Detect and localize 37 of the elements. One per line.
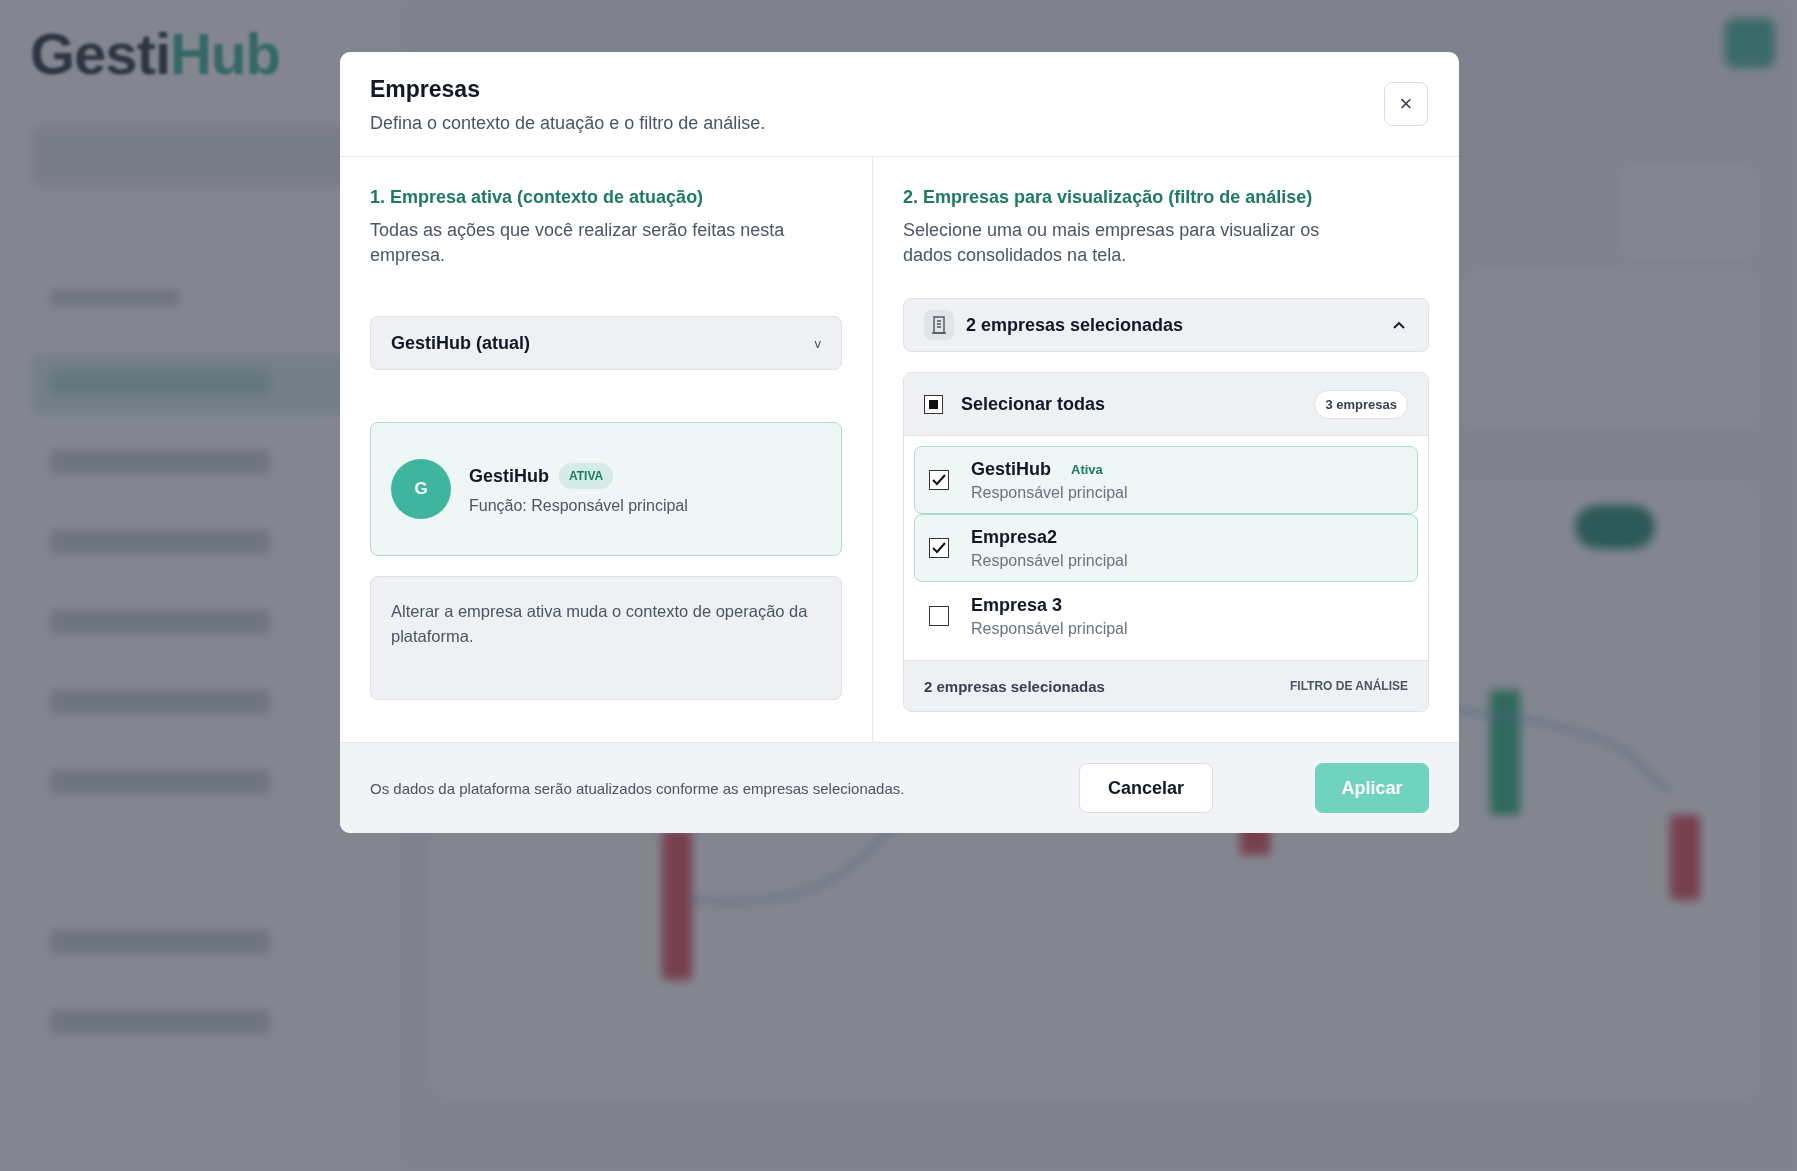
companies-dropdown[interactable]: 2 empresas selecionadas bbox=[903, 298, 1429, 352]
selection-summary: 2 empresas selecionadas bbox=[924, 677, 1105, 695]
section-description: Todas as ações que você realizar serão feitas nesta empresa. bbox=[370, 219, 786, 267]
active-label: Ativa bbox=[1071, 461, 1103, 477]
company-name: GestiHub bbox=[469, 465, 549, 487]
section-description: Selecione uma ou mais empresas para visualizar os dados consolidados na tela. bbox=[903, 219, 1321, 267]
company-name: GestiHub bbox=[971, 458, 1051, 480]
section-heading: 2. Empresas para visualização (filtro de análise) bbox=[903, 187, 1314, 208]
chevron-icon bbox=[1392, 320, 1406, 330]
company-role: Responsável principal bbox=[971, 483, 1128, 502]
dialog-subtitle: Defina o contexto de atuação e o filtro de análise. bbox=[370, 113, 766, 134]
filter-label: FILTRO DE ANÁLISE bbox=[1290, 679, 1408, 693]
company-checkbox[interactable] bbox=[929, 538, 949, 558]
cancel-button[interactable]: Cancelar bbox=[1079, 763, 1213, 813]
company-avatar: G bbox=[391, 459, 451, 519]
company-option[interactable]: Empresa 3 Responsável principal bbox=[914, 582, 1418, 650]
logo: GestiHub bbox=[30, 22, 280, 86]
select-all-label: Selecionar todas bbox=[961, 393, 1107, 415]
count-badge: 3 empresas bbox=[1314, 389, 1408, 419]
company-role: Responsável principal bbox=[971, 551, 1128, 570]
building-icon bbox=[924, 310, 954, 340]
company-option[interactable]: Empresa2 Responsável principal bbox=[914, 514, 1418, 582]
close-button[interactable]: × bbox=[1384, 82, 1428, 126]
active-badge: ATIVA bbox=[559, 463, 614, 489]
company-role: Função: Responsável principal bbox=[469, 497, 688, 515]
active-company-select[interactable]: GestiHub (atual) v bbox=[370, 316, 842, 370]
dialog-title: Empresas bbox=[370, 76, 481, 103]
section-heading: 1. Empresa ativa (contexto de atuação) bbox=[370, 187, 705, 208]
info-note: Alterar a empresa ativa muda o contexto de operação da plataforma. bbox=[370, 576, 842, 700]
company-checkbox[interactable] bbox=[929, 470, 949, 490]
company-role: Responsável principal bbox=[971, 619, 1128, 638]
company-name: Empresa2 bbox=[971, 526, 1058, 548]
company-name: Empresa 3 bbox=[971, 594, 1063, 616]
footer-note: Os dados da plataforma serão atualizados conforme as empresas selecionadas. bbox=[370, 779, 905, 797]
select-all-checkbox[interactable] bbox=[924, 394, 943, 414]
company-option[interactable]: GestiHub Ativa Responsável principal bbox=[914, 446, 1418, 514]
company-checkbox[interactable] bbox=[929, 606, 949, 626]
